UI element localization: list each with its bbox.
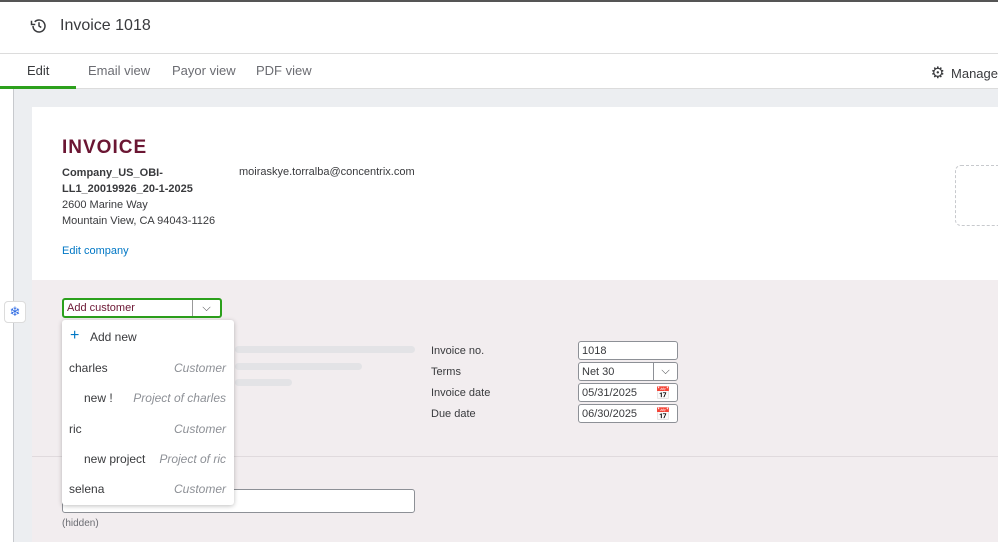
tab-edit[interactable]: Edit [27,63,49,78]
add-new-item[interactable]: + Add new [62,322,234,352]
item-type: Customer [173,422,226,436]
company-email: moiraskye.torralba@concentrix.com [239,166,415,178]
plus-icon: + [70,327,80,344]
invoice-no-input[interactable]: 1018 [578,341,678,360]
tab-bar: Edit Email view Payor view PDF view [0,54,998,89]
due-date-label: Due date [431,408,476,420]
item-name: new ! [84,391,113,405]
list-item[interactable]: new ! Project of charles [62,383,234,413]
item-type: Project of charles [133,391,226,405]
calendar-icon[interactable]: 📅 [652,407,674,421]
tab-email-view[interactable]: Email view [88,63,150,78]
manage-label: Manage [951,65,998,81]
item-type: Project of ric [159,452,226,466]
item-name: charles [69,361,108,375]
customer-dropdown-menu: + Add new charles Customer new ! Project o… [62,320,234,505]
due-date-value: 06/30/2025 [582,407,638,420]
terms-label: Terms [431,366,461,378]
chevron-down-icon[interactable]: ⌵ [192,300,220,316]
company-address1: 2600 Marine Way [62,199,148,211]
invoice-date-label: Invoice date [431,387,491,399]
list-item[interactable]: selena Customer [62,474,234,504]
gear-icon: ⚙ [930,65,946,82]
loading-skeleton [235,363,362,370]
calendar-icon[interactable]: 📅 [652,386,674,400]
item-name: selena [69,482,105,496]
tab-payor-view[interactable]: Payor view [172,63,236,78]
company-address2: Mountain View, CA 94043-1126 [62,215,216,227]
due-date-input[interactable]: 06/30/2025 📅 [578,404,678,423]
tab-pdf-view[interactable]: PDF view [256,63,312,78]
terms-select[interactable]: Net 30 ⌵ [578,362,678,381]
customer-input[interactable]: Add customer [64,300,192,316]
chevron-down-icon[interactable]: ⌵ [653,363,677,380]
list-item[interactable]: ric Customer [62,414,234,444]
terms-value: Net 30 [582,365,615,378]
item-name: new project [84,452,146,466]
loading-skeleton [235,379,292,386]
snowflake-icon[interactable]: ❄ [4,301,26,323]
company-name-line2: LL1_20019926_20-1-2025 [62,183,193,195]
invoice-date-value: 05/31/2025 [582,386,638,399]
add-new-label: Add new [90,330,137,344]
customer-select[interactable]: Add customer ⌵ [62,298,222,318]
invoice-no-label: Invoice no. [431,345,485,357]
invoice-heading: INVOICE [62,137,148,158]
edit-company-link[interactable]: Edit company [62,245,129,257]
item-name: ric [69,422,82,436]
item-type: Customer [173,482,226,496]
invoice-date-input[interactable]: 05/31/2025 📅 [578,383,678,402]
page-title: Invoice 1018 [60,17,151,34]
history-icon[interactable] [30,17,48,35]
list-item[interactable]: new project Project of ric [62,444,234,474]
item-type: Customer [173,361,226,375]
hidden-label: (hidden) [62,518,99,529]
loading-skeleton [235,346,415,353]
company-name-line1: Company_US_OBI- [62,167,163,179]
logo-placeholder[interactable] [955,165,998,226]
list-item[interactable]: charles Customer [62,353,234,383]
manage-button[interactable]: ⚙ Manage [931,63,998,83]
invoice-no-value: 1018 [582,344,607,357]
